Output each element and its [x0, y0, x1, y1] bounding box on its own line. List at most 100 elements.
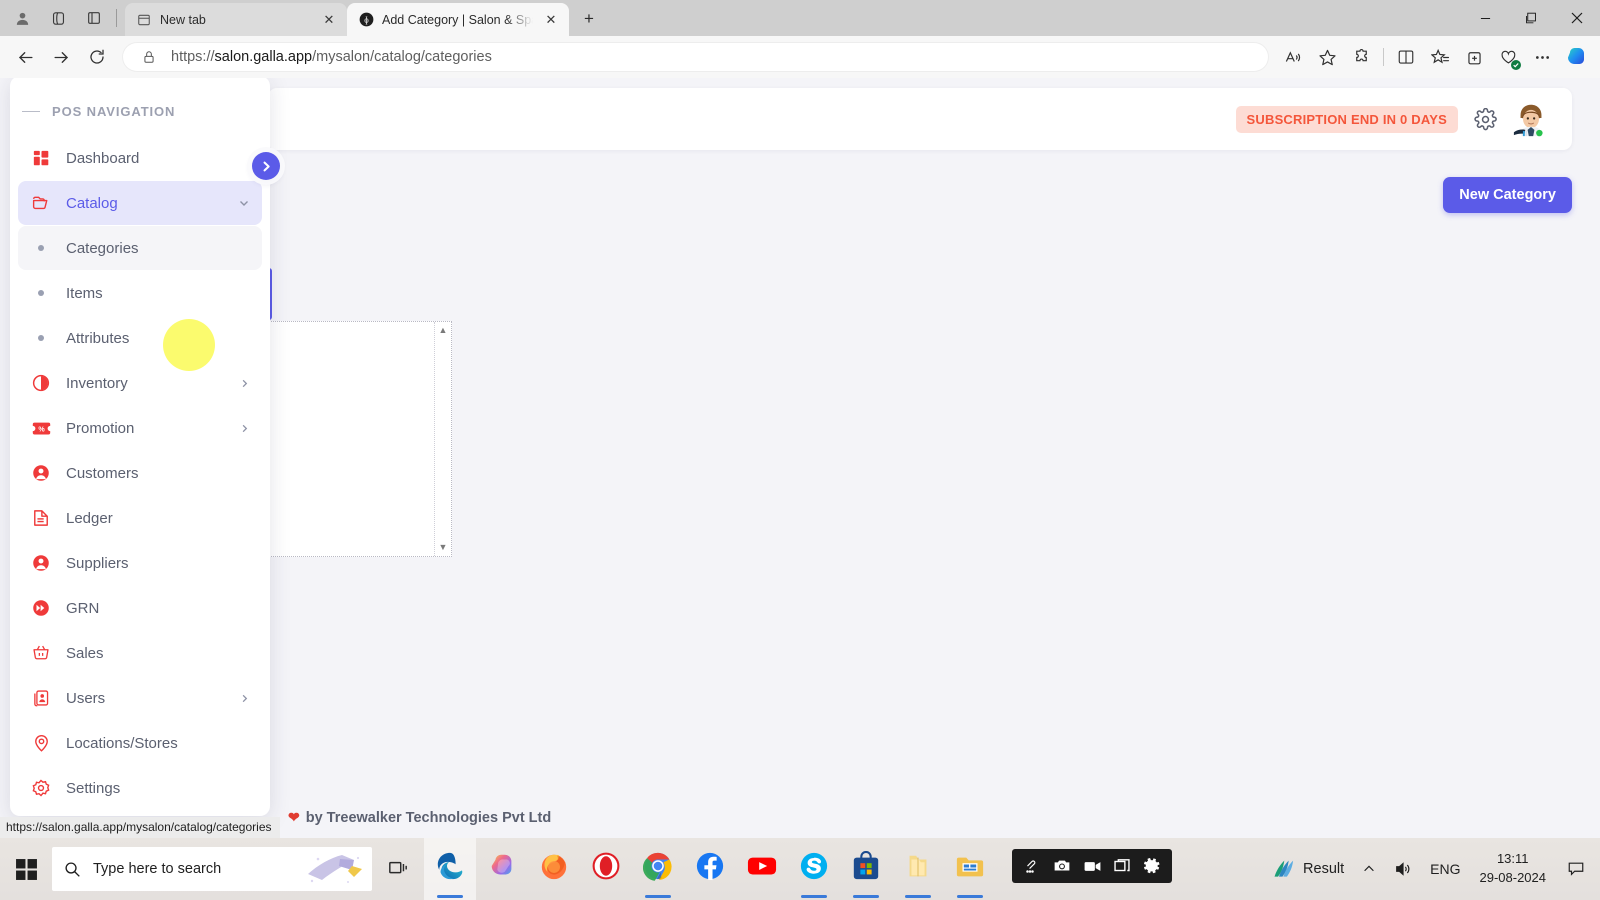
collections-icon	[1467, 51, 1481, 64]
click-highlight-indicator	[163, 319, 215, 371]
taskbar-app-opera[interactable]	[580, 838, 632, 900]
scroll-down-arrow-icon[interactable]: ▼	[439, 543, 448, 552]
gear-icon	[30, 779, 52, 797]
read-aloud-button[interactable]	[1277, 41, 1309, 73]
window-capture-icon[interactable]	[1109, 853, 1135, 879]
profile-avatar-button[interactable]	[4, 2, 40, 34]
taskbar-app-google-chrome[interactable]	[632, 838, 684, 900]
tab-actions-button[interactable]	[40, 2, 76, 34]
chevron-down-icon[interactable]	[238, 197, 250, 209]
taskbar-app-copilot[interactable]	[476, 838, 528, 900]
sidebar-item-customers[interactable]: Customers	[18, 451, 262, 495]
window-maximize-button[interactable]	[1508, 0, 1554, 36]
refresh-button[interactable]	[80, 40, 114, 74]
copilot-button[interactable]	[1560, 41, 1592, 73]
sidebar-item-users[interactable]: Users	[18, 676, 262, 720]
sidebar-item-label: Settings	[66, 779, 121, 797]
copilot-icon	[1568, 48, 1584, 64]
browser-tab-add-category[interactable]: ɸ Add Category | Salon & Spa Mana ✕	[347, 3, 569, 36]
chrome-icon	[643, 852, 672, 881]
new-category-button[interactable]: New Category	[1443, 177, 1572, 213]
facebook-icon	[696, 852, 724, 881]
sidebar-item-label: Catalog	[66, 194, 118, 212]
gear-icon[interactable]	[1139, 853, 1165, 879]
taskbar-app-file-explorer[interactable]	[944, 838, 996, 900]
back-icon	[18, 51, 33, 63]
sidebar-item-attributes[interactable]: Attributes	[18, 316, 262, 360]
taskbar-app-microsoft-store[interactable]	[840, 838, 892, 900]
tab-close-button[interactable]: ✕	[319, 10, 339, 30]
sidebar-item-label: Customers	[66, 464, 139, 482]
browser-tab-new-tab[interactable]: New tab ✕	[125, 3, 347, 36]
tab-close-button[interactable]: ✕	[541, 10, 561, 30]
sidebar-item-inventory[interactable]: Inventory	[18, 361, 262, 405]
camera-icon[interactable]	[1049, 853, 1075, 879]
video-camera-icon[interactable]	[1079, 853, 1105, 879]
taskbar-app-skype[interactable]	[788, 838, 840, 900]
sidebar-item-items[interactable]: Items	[18, 271, 262, 315]
sidebar-toggle-button[interactable]	[252, 152, 280, 180]
sidebar-item-catalog[interactable]: Catalog	[18, 181, 262, 225]
panel-scrollbar[interactable]: ▲ ▼	[434, 322, 451, 556]
windows-taskbar: Type here to search Result ENG 13:11 29-…	[0, 838, 1600, 900]
essentials-check-badge	[1511, 60, 1521, 70]
footer-text: by Treewalker Technologies Pvt Ltd	[305, 809, 552, 826]
opera-icon	[592, 852, 620, 880]
tabstrip-leading-buttons	[0, 0, 125, 36]
sidebar-item-sales[interactable]: Sales	[18, 631, 262, 675]
refresh-icon	[90, 49, 104, 64]
header-settings-button[interactable]	[1472, 106, 1498, 132]
sidebar-item-label: Items	[66, 284, 103, 302]
tray-app-result[interactable]: Result	[1262, 838, 1353, 900]
collections-button[interactable]	[1458, 41, 1490, 73]
vertical-tabs-button[interactable]	[76, 2, 112, 34]
sidebar-item-promotion[interactable]: % Promotion	[18, 406, 262, 450]
sidebar-item-ledger[interactable]: Ledger	[18, 496, 262, 540]
extensions-button[interactable]	[1345, 41, 1377, 73]
forward-button[interactable]	[44, 40, 78, 74]
scroll-up-arrow-icon[interactable]: ▲	[439, 326, 448, 335]
sidebar-item-dashboard[interactable]: Dashboard	[18, 136, 262, 180]
forward-circle-icon	[30, 599, 52, 617]
notification-center-button[interactable]	[1556, 838, 1596, 900]
window-minimize-button[interactable]	[1462, 0, 1508, 36]
document-icon	[30, 509, 52, 527]
sidebar-item-settings[interactable]: Settings	[18, 766, 262, 810]
address-bar[interactable]: https://salon.galla.app/mysalon/catalog/…	[122, 42, 1269, 72]
sidebar-item-suppliers[interactable]: Suppliers	[18, 541, 262, 585]
screenshot-settings-icon[interactable]	[1019, 853, 1045, 879]
taskbar-search-box[interactable]: Type here to search	[52, 847, 372, 891]
new-tab-button[interactable]: +	[574, 4, 604, 34]
taskbar-app-mozilla-firefox[interactable]	[528, 838, 580, 900]
split-screen-button[interactable]	[1390, 41, 1422, 73]
favorite-button[interactable]	[1311, 41, 1343, 73]
tray-overflow-button[interactable]	[1353, 838, 1385, 900]
taskbar-app-microsoft-edge[interactable]	[424, 838, 476, 900]
start-button[interactable]	[0, 838, 52, 900]
back-button[interactable]	[8, 40, 42, 74]
browser-essentials-button[interactable]	[1492, 41, 1524, 73]
taskbar-app-facebook[interactable]	[684, 838, 736, 900]
chevron-right-icon[interactable]	[239, 423, 250, 434]
taskbar-app-folder[interactable]	[892, 838, 944, 900]
more-options-button[interactable]	[1526, 41, 1558, 73]
youtube-icon	[747, 857, 777, 875]
chevron-right-icon[interactable]	[239, 693, 250, 704]
screen-recorder-toolbar	[1012, 849, 1172, 883]
tray-clock[interactable]: 13:11 29-08-2024	[1470, 850, 1557, 888]
sidebar-item-categories[interactable]: Categories	[18, 226, 262, 270]
forward-icon	[53, 51, 68, 63]
task-view-button[interactable]	[372, 838, 424, 900]
tray-language-indicator[interactable]: ENG	[1421, 838, 1469, 900]
sidebar-item-grn[interactable]: GRN	[18, 586, 262, 630]
window-close-button[interactable]	[1554, 0, 1600, 36]
favorites-list-button[interactable]	[1424, 41, 1456, 73]
chevron-right-icon[interactable]	[239, 378, 250, 389]
notification-icon	[1568, 862, 1584, 876]
url-host: salon.galla.app	[214, 49, 313, 65]
taskbar-app-youtube[interactable]	[736, 838, 788, 900]
user-avatar-button[interactable]	[1512, 100, 1550, 138]
sidebar-item-locations-stores[interactable]: Locations/Stores	[18, 721, 262, 765]
user-circle-icon	[30, 464, 52, 482]
tray-volume-button[interactable]	[1385, 838, 1421, 900]
